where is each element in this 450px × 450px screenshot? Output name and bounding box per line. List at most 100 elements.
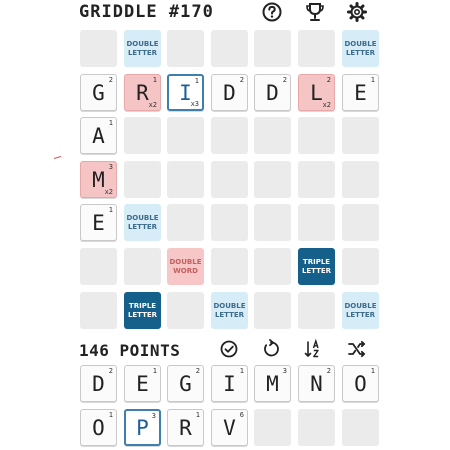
tile-points: 2 [239,76,244,84]
rack-tile[interactable]: D2 [80,365,117,402]
board-tile[interactable]: E1 [342,74,379,111]
submit-check-icon[interactable] [219,339,239,359]
double-letter-cell[interactable]: DOUBLE LETTER [124,204,161,241]
tile-points: 1 [152,76,157,84]
board-cell[interactable] [211,30,248,67]
tile-points: 2 [282,76,287,84]
board-cell[interactable] [167,292,204,329]
tile-points: 1 [108,411,113,419]
triple-letter-cell[interactable]: TRIPLE LETTER [298,248,335,285]
tile-points: 1 [108,119,113,127]
board-cell[interactable] [211,117,248,154]
board-tile[interactable]: R 1 x2 [124,74,161,111]
settings-icon[interactable] [346,1,368,23]
help-icon[interactable] [261,1,283,23]
bonus-label: TRIPLE LETTER [127,301,158,319]
trophy-icon[interactable] [304,1,326,23]
rack-tile[interactable]: I1 [211,365,248,402]
board-cell[interactable] [298,117,335,154]
board-cell[interactable] [298,292,335,329]
board-cell[interactable] [167,161,204,198]
board-cell[interactable] [80,292,117,329]
rack-slot[interactable] [342,409,379,446]
rack-tile-selected[interactable]: P3 [124,409,161,446]
board-tile[interactable]: A1 [80,117,117,154]
board-tile[interactable]: M 3 x2 [80,161,117,198]
tile-points: 3 [108,163,113,171]
board-cell[interactable] [254,30,291,67]
double-letter-cell[interactable]: DOUBLE LETTER [124,30,161,67]
board-tile[interactable]: E1 [80,204,117,241]
rack-tile[interactable]: G2 [167,365,204,402]
tile-points: 3 [282,367,287,375]
board-cell[interactable] [254,161,291,198]
board-cell[interactable] [342,161,379,198]
tile-points: 2 [195,367,200,375]
board-cell[interactable] [211,204,248,241]
board-tile[interactable]: D2 [211,74,248,111]
rack-slot[interactable] [254,409,291,446]
double-word-cell[interactable]: DOUBLE WORD [167,248,204,285]
rack-tile[interactable]: M3 [254,365,291,402]
board-tile[interactable]: D2 [254,74,291,111]
rack-tile[interactable]: V6 [211,409,248,446]
tile-points: 6 [239,411,244,419]
rack-tile[interactable]: O1 [80,409,117,446]
bonus-label: DOUBLE LETTER [126,39,159,57]
double-letter-cell[interactable]: DOUBLE LETTER [342,292,379,329]
board-cell[interactable] [167,30,204,67]
bonus-label: DOUBLE LETTER [213,301,246,319]
board-tile[interactable]: I 1 x3 [167,74,204,111]
triple-letter-cell[interactable]: TRIPLE LETTER [124,292,161,329]
board-cell[interactable] [211,161,248,198]
board-cell[interactable] [298,161,335,198]
board-cell[interactable] [254,117,291,154]
board-cell[interactable] [167,204,204,241]
rack-tile[interactable]: R1 [167,409,204,446]
bonus-label: DOUBLE LETTER [344,301,377,319]
tile-multiplier: x2 [148,101,157,109]
griddle-game: GRIDDLE #170 DOUBLE LETTER DOUBLE LETTER G… [0,0,450,450]
tile-points: 1 [195,411,200,419]
tile-points: 1 [108,206,113,214]
tile-multiplier: x2 [322,101,331,109]
bonus-label: DOUBLE LETTER [126,213,159,231]
tile-points: 1 [370,367,375,375]
rack-tile[interactable]: O1 [342,365,379,402]
board-cell[interactable] [254,204,291,241]
board-cell[interactable] [80,30,117,67]
board-cell[interactable] [342,248,379,285]
tile-points: 2 [326,76,331,84]
board-cell[interactable] [254,248,291,285]
sort-az-icon[interactable] [304,339,324,359]
board-cell[interactable] [298,30,335,67]
board-cell[interactable] [342,204,379,241]
bonus-label: TRIPLE LETTER [301,257,332,275]
board-cell[interactable] [124,117,161,154]
board-tile[interactable]: G2 [80,74,117,111]
tile-points: 2 [108,76,113,84]
board-cell[interactable] [254,292,291,329]
board-cell[interactable] [211,248,248,285]
reset-icon[interactable] [261,339,281,359]
board-cell[interactable] [124,248,161,285]
rack-tile[interactable]: N2 [298,365,335,402]
rack-tile[interactable]: E1 [124,365,161,402]
tile-points: 1 [152,367,157,375]
double-letter-cell[interactable]: DOUBLE LETTER [342,30,379,67]
board-cell[interactable] [80,248,117,285]
board-cell[interactable] [167,117,204,154]
board-cell[interactable] [342,117,379,154]
bonus-label: DOUBLE LETTER [344,39,377,57]
board-tile[interactable]: L 2 x2 [298,74,335,111]
board-cell[interactable] [298,204,335,241]
tile-points: 1 [194,77,199,85]
board-cell[interactable] [124,161,161,198]
bonus-label: DOUBLE WORD [169,257,202,275]
shuffle-icon[interactable] [347,339,367,359]
tile-points: 1 [370,76,375,84]
double-letter-cell[interactable]: DOUBLE LETTER [211,292,248,329]
tile-points: 1 [239,367,244,375]
tile-multiplier: x2 [104,188,113,196]
rack-slot[interactable] [298,409,335,446]
